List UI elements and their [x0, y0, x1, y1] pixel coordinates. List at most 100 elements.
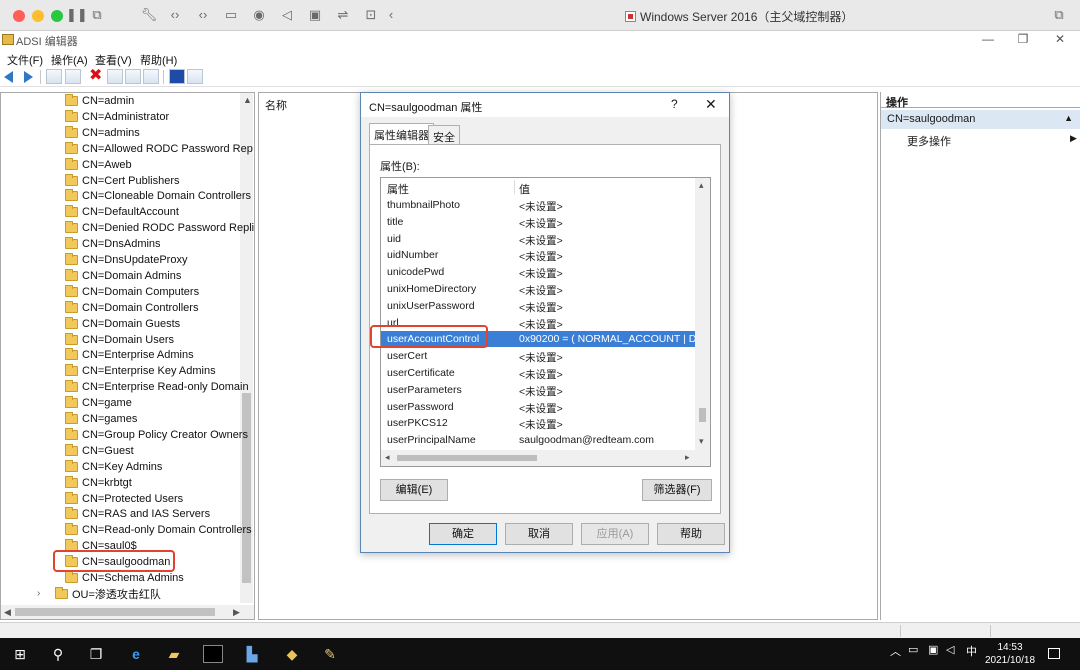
- help-icon[interactable]: [169, 69, 185, 84]
- windows-start-icon[interactable]: ⊞: [10, 645, 30, 663]
- search-icon[interactable]: ⚲: [48, 645, 68, 663]
- tree-item[interactable]: CN=Administrator: [65, 109, 169, 125]
- usb-icon[interactable]: ⇌: [334, 6, 352, 24]
- column-name-header[interactable]: 名称: [265, 97, 287, 113]
- attribute-row[interactable]: unixUserPassword <未设置>: [381, 298, 696, 314]
- tree-item[interactable]: CN=Aweb: [65, 157, 132, 173]
- scroll-up-icon[interactable]: ▲: [243, 95, 252, 105]
- tree-item[interactable]: CN=DnsUpdateProxy: [65, 252, 187, 268]
- collapse-icon[interactable]: ▲: [1064, 113, 1073, 123]
- close-window-button[interactable]: [13, 10, 25, 22]
- network-icon[interactable]: ‹›: [194, 6, 212, 24]
- tree-item[interactable]: CN=Allowed RODC Password Rep: [65, 141, 253, 157]
- properties-icon[interactable]: [107, 69, 123, 84]
- snapshot-icon[interactable]: ⧉: [88, 6, 106, 24]
- scroll-left-icon[interactable]: ◂: [385, 452, 390, 463]
- scroll-thumb[interactable]: [397, 455, 537, 461]
- scroll-thumb[interactable]: [699, 408, 706, 422]
- code-icon[interactable]: ‹›: [166, 6, 184, 24]
- ad-tool-icon[interactable]: ◆: [282, 645, 302, 663]
- attribute-row[interactable]: userPassword <未设置>: [381, 399, 696, 415]
- action-pane-icon[interactable]: [187, 69, 203, 84]
- ie-browser-icon[interactable]: e: [126, 645, 146, 663]
- up-folder-icon[interactable]: [46, 69, 62, 84]
- apply-button[interactable]: 应用(A): [581, 523, 649, 545]
- tab-attribute-editor[interactable]: 属性编辑器: [369, 123, 434, 145]
- menu-file[interactable]: 文件(F): [7, 52, 43, 68]
- tab-security[interactable]: 安全: [428, 125, 460, 144]
- back-arrow-icon[interactable]: [4, 71, 13, 83]
- server-manager-icon[interactable]: ▙: [242, 645, 262, 663]
- scroll-up-icon[interactable]: ▴: [699, 180, 704, 191]
- tree-item[interactable]: CN=Domain Controllers: [65, 300, 198, 316]
- attribute-horizontal-scrollbar[interactable]: ◂ ▸: [381, 450, 710, 466]
- tree-item[interactable]: CN=Cert Publishers: [65, 173, 180, 189]
- forward-arrow-icon[interactable]: [24, 71, 33, 83]
- menu-view[interactable]: 查看(V): [95, 52, 132, 68]
- tree-item[interactable]: CN=Domain Computers: [65, 284, 199, 300]
- cancel-button[interactable]: 取消: [505, 523, 573, 545]
- attribute-vertical-scrollbar[interactable]: ▴ ▾: [695, 178, 710, 450]
- tree-item[interactable]: CN=admin: [65, 93, 134, 109]
- battery-icon[interactable]: ▭: [908, 643, 918, 656]
- tree-item[interactable]: CN=Enterprise Admins: [65, 347, 194, 363]
- column-value[interactable]: 值: [519, 181, 530, 197]
- tree-item[interactable]: CN=Enterprise Read-only Domain: [65, 379, 249, 395]
- wrench-icon[interactable]: 🔧︎: [140, 6, 158, 24]
- scroll-right-icon[interactable]: ▶: [233, 607, 240, 618]
- sound-icon[interactable]: ◁: [278, 6, 296, 24]
- ime-indicator[interactable]: 中: [966, 643, 977, 659]
- tree-item[interactable]: CN=Domain Users: [65, 332, 174, 348]
- tree-pane[interactable]: ▲ ◀ ▶ CN=admin CN=Administrator CN=admins C…: [0, 92, 255, 620]
- tree-item[interactable]: CN=RAS and IAS Servers: [65, 506, 210, 522]
- fullscreen-icon[interactable]: ⧉: [1050, 6, 1068, 24]
- tree-horizontal-scrollbar[interactable]: ◀ ▶: [1, 605, 254, 619]
- attribute-row[interactable]: userParameters <未设置>: [381, 382, 696, 398]
- tree-item[interactable]: CN=Guest: [65, 443, 134, 459]
- tree-item[interactable]: CN=Enterprise Key Admins: [65, 363, 216, 379]
- pause-icon[interactable]: ❚❚: [66, 6, 88, 24]
- tree-item[interactable]: CN=admins: [65, 125, 140, 141]
- folder-share-icon[interactable]: ⊡: [362, 6, 380, 24]
- attribute-row[interactable]: unicodePwd <未设置>: [381, 264, 696, 280]
- tree-item[interactable]: CN=Read-only Domain Controllers: [65, 522, 252, 538]
- column-attribute[interactable]: 属性: [387, 181, 409, 197]
- export-icon[interactable]: [143, 69, 159, 84]
- scroll-down-icon[interactable]: ▾: [699, 436, 704, 447]
- help-question-icon[interactable]: ?: [671, 97, 678, 111]
- ok-button[interactable]: 确定: [429, 523, 497, 545]
- adsi-taskbar-icon[interactable]: ✎: [320, 645, 340, 663]
- tree-item[interactable]: CN=Key Admins: [65, 459, 162, 475]
- notifications-icon[interactable]: [1048, 648, 1060, 659]
- menu-action[interactable]: 操作(A): [51, 52, 88, 68]
- more-actions[interactable]: 更多操作 ▶: [907, 133, 1077, 149]
- attribute-row[interactable]: userCertificate <未设置>: [381, 365, 696, 381]
- attribute-row[interactable]: title <未设置>: [381, 214, 696, 230]
- tree-item[interactable]: CN=Protected Users: [65, 491, 183, 507]
- back-chevron-icon[interactable]: ‹: [382, 6, 400, 24]
- task-view-icon[interactable]: ❐: [86, 645, 106, 663]
- tree-item-ou[interactable]: › OU=渗透攻击红队: [37, 586, 161, 602]
- scroll-left-icon[interactable]: ◀: [4, 607, 11, 618]
- help-button[interactable]: 帮助: [657, 523, 725, 545]
- expand-chevron-icon[interactable]: ›: [37, 588, 51, 599]
- tree-item[interactable]: CN=DefaultAccount: [65, 204, 179, 220]
- attribute-row[interactable]: uidNumber <未设置>: [381, 247, 696, 263]
- scroll-thumb[interactable]: [242, 393, 251, 583]
- scroll-thumb[interactable]: [15, 608, 215, 616]
- file-explorer-icon[interactable]: ▰: [164, 645, 184, 663]
- attribute-row[interactable]: unixHomeDirectory <未设置>: [381, 281, 696, 297]
- refresh-icon[interactable]: [125, 69, 141, 84]
- user-icon[interactable]: ◉: [250, 6, 268, 24]
- tree-item[interactable]: CN=games: [65, 411, 137, 427]
- edit-button[interactable]: 编辑(E): [380, 479, 448, 501]
- tree-item[interactable]: CN=Schema Admins: [65, 570, 184, 586]
- network-tray-icon[interactable]: ▣: [928, 643, 938, 656]
- terminal-icon[interactable]: [203, 645, 223, 663]
- camera-icon[interactable]: ▣: [306, 6, 324, 24]
- delete-icon[interactable]: ✖: [89, 68, 102, 84]
- attribute-row[interactable]: thumbnailPhoto <未设置>: [381, 197, 696, 213]
- actions-selected-object[interactable]: CN=saulgoodman ▲: [881, 110, 1080, 129]
- attribute-list[interactable]: 属性 值 thumbnailPhoto <未设置> title <未设置> uid <未设…: [380, 177, 711, 467]
- attribute-row[interactable]: userCert <未设置>: [381, 348, 696, 364]
